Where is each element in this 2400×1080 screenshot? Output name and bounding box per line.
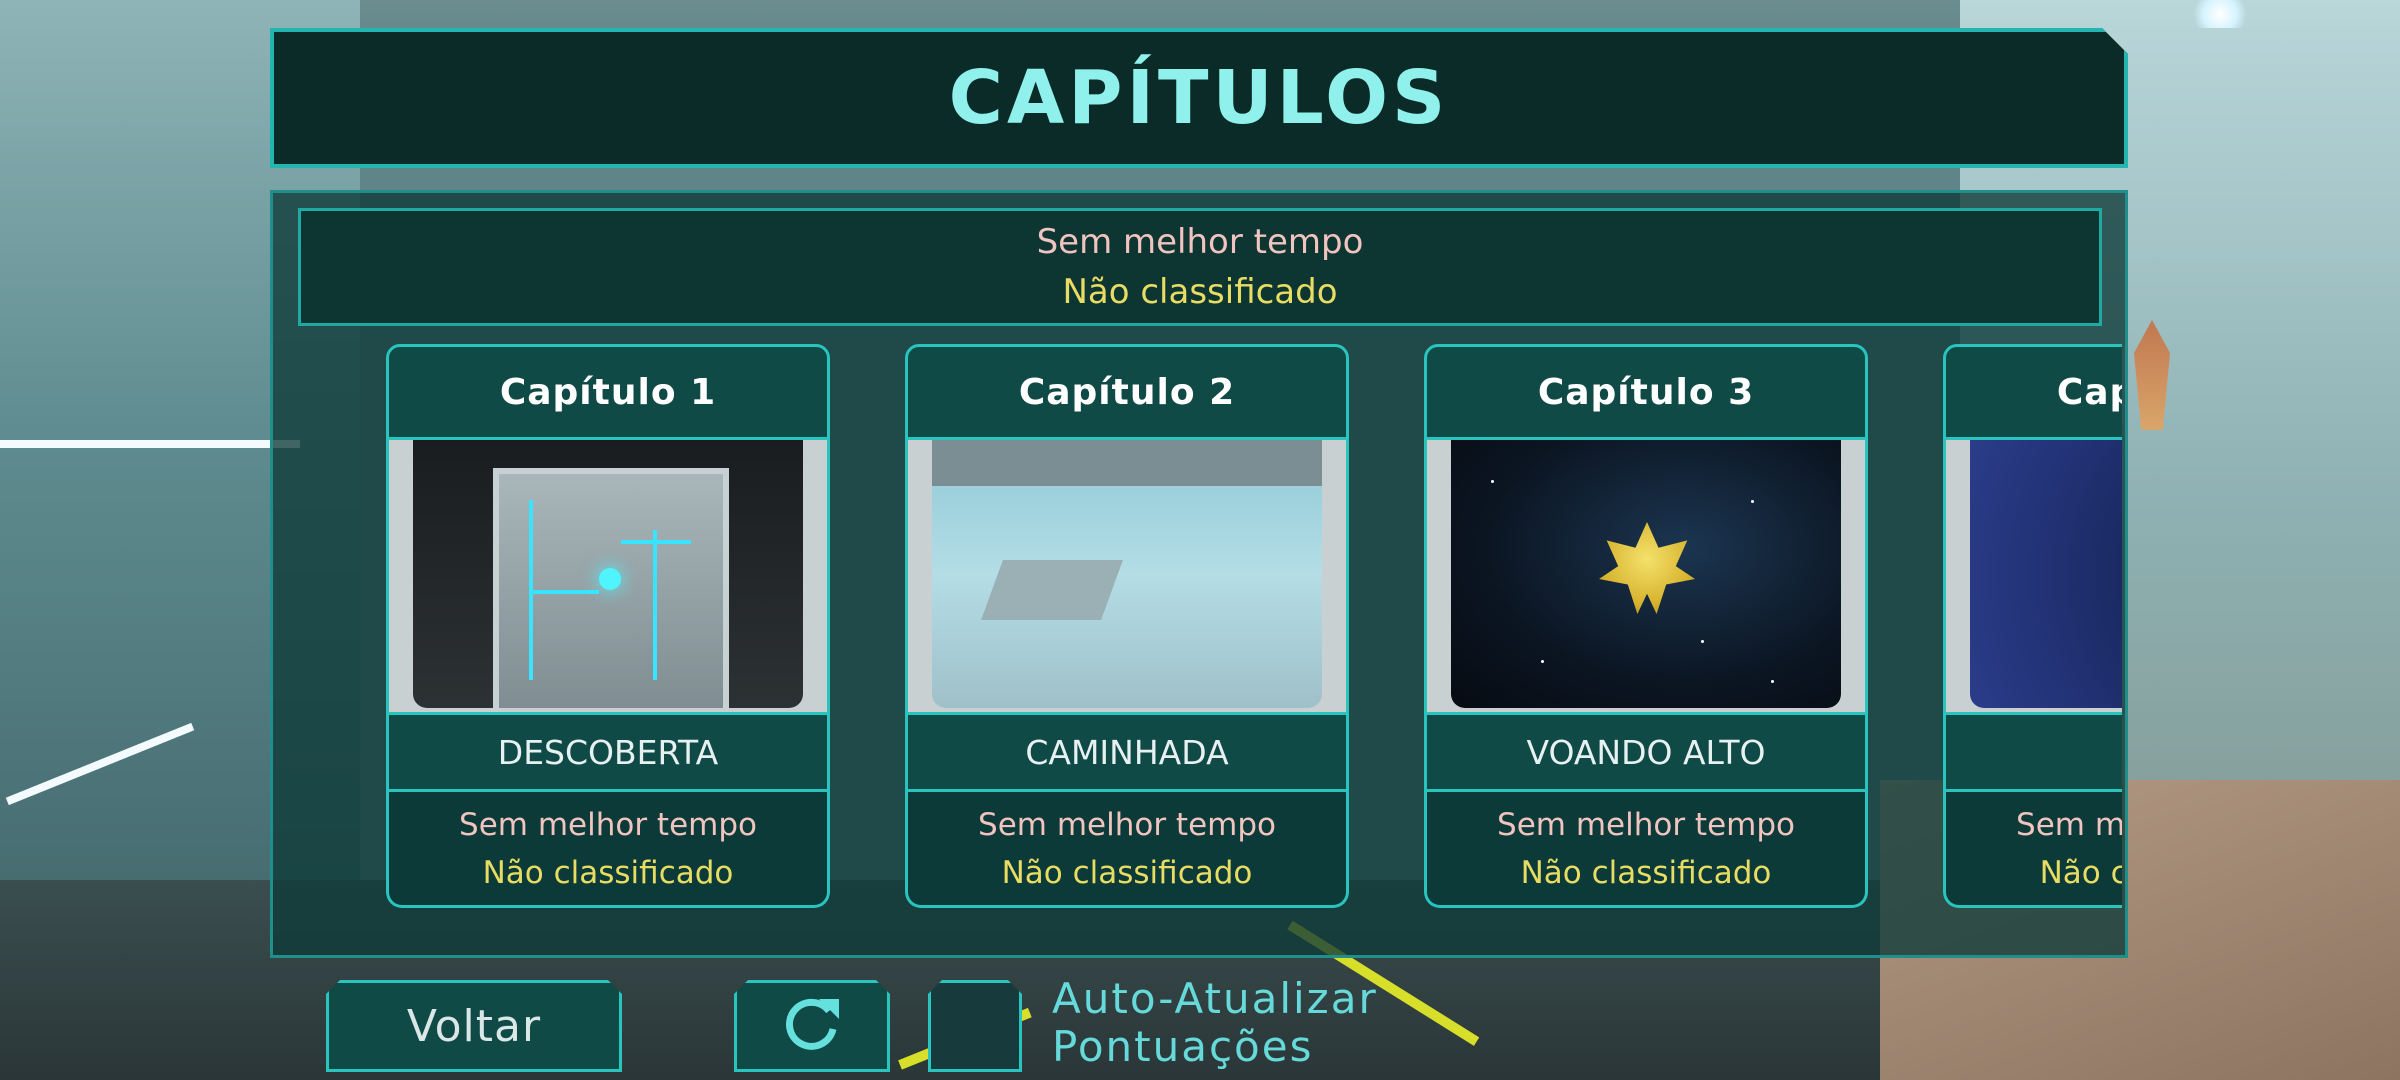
auto-update-label: Auto-Atualizar Pontuações <box>1052 975 1378 1071</box>
chapter-header-label: Capítulo 4 <box>2056 371 2122 413</box>
back-button[interactable]: Voltar <box>326 980 622 1072</box>
auto-update-line2: Pontuações <box>1052 1022 1314 1071</box>
ceiling-light <box>2190 0 2250 28</box>
chapter-card-4[interactable]: Capítulo 4 ME Sem melhor tempo Não class… <box>1943 344 2122 908</box>
chapter-card-3[interactable]: Capítulo 3 VOANDO ALTO Sem melhor tempo … <box>1424 344 1868 908</box>
total-score-summary: Sem melhor tempo Não classificado <box>298 208 2102 326</box>
chapter-name-label: VOANDO ALTO <box>1526 732 1766 772</box>
chapter-carousel[interactable]: Capítulo 1 DESCOBERTA Sem melhor tempo N… <box>370 340 2122 920</box>
chapter-rank: Não classificado <box>2039 854 2122 891</box>
chapter-name-label: CAMINHADA <box>1025 732 1229 772</box>
chapter-card-1[interactable]: Capítulo 1 DESCOBERTA Sem melhor tempo N… <box>386 344 830 908</box>
chapter-header-label: Capítulo 1 <box>499 371 717 413</box>
chapter-header: Capítulo 3 <box>1424 344 1868 440</box>
chapter-thumbnail <box>1943 440 2122 712</box>
chapter-header: Capítulo 1 <box>386 344 830 440</box>
chapter-thumbnail <box>905 440 1349 712</box>
chapter-rank: Não classificado <box>482 854 734 891</box>
chapter-name: CAMINHADA <box>905 712 1349 792</box>
planet-image <box>1970 440 2122 708</box>
chapter-header: Capítulo 2 <box>905 344 1349 440</box>
auto-update-line1: Auto-Atualizar <box>1052 974 1378 1023</box>
chapter-name: DESCOBERTA <box>386 712 830 792</box>
chapter-name: ME <box>1943 712 2122 792</box>
page-title: CAPÍTULOS <box>948 55 1450 141</box>
wall-light-stripe <box>0 440 300 448</box>
chapter-name: VOANDO ALTO <box>1424 712 1868 792</box>
chapter-best-time: Sem melhor tempo <box>2016 806 2122 843</box>
chapter-thumbnail <box>1424 440 1868 712</box>
summary-rank: Não classificado <box>1062 272 1338 312</box>
chapter-name-label: DESCOBERTA <box>497 732 719 772</box>
door-image <box>413 440 803 708</box>
refresh-icon <box>781 993 843 1059</box>
chapter-best-time: Sem melhor tempo <box>459 806 757 843</box>
chapter-best-time: Sem melhor tempo <box>1497 806 1795 843</box>
refresh-button[interactable] <box>734 980 890 1072</box>
chapter-header-label: Capítulo 2 <box>1018 371 1236 413</box>
back-button-label: Voltar <box>406 1000 542 1052</box>
chapter-score: Sem melhor tempo Não classificado <box>1943 792 2122 908</box>
chapter-header-label: Capítulo 3 <box>1537 371 1755 413</box>
chapter-rank: Não classificado <box>1001 854 1253 891</box>
title-bar: CAPÍTULOS <box>270 28 2128 168</box>
chapter-thumbnail <box>386 440 830 712</box>
auto-update-checkbox[interactable] <box>928 980 1022 1072</box>
room-image <box>932 440 1322 708</box>
chapter-best-time: Sem melhor tempo <box>978 806 1276 843</box>
chapter-score: Sem melhor tempo Não classificado <box>386 792 830 908</box>
chapter-score: Sem melhor tempo Não classificado <box>1424 792 1868 908</box>
summary-best-time: Sem melhor tempo <box>1036 222 1364 262</box>
chapter-card-2[interactable]: Capítulo 2 CAMINHADA Sem melhor tempo Nã… <box>905 344 1349 908</box>
chapter-score: Sem melhor tempo Não classificado <box>905 792 1349 908</box>
chapter-rank: Não classificado <box>1520 854 1772 891</box>
chapter-header: Capítulo 4 <box>1943 344 2122 440</box>
space-leaf-image <box>1451 440 1841 708</box>
